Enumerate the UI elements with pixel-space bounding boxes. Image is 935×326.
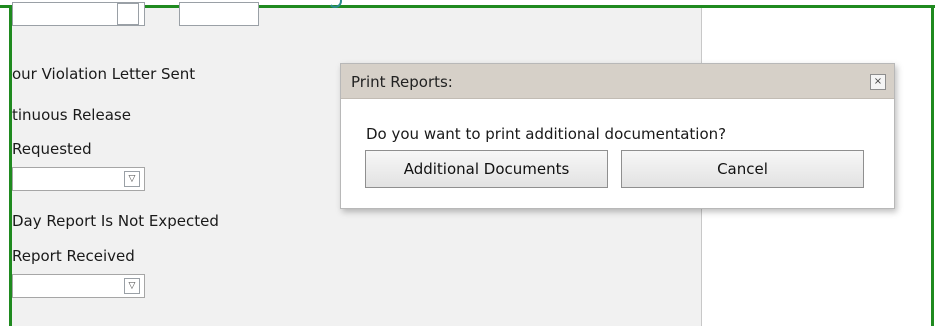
chevron-down-icon[interactable]: ▽ [124, 171, 140, 187]
close-icon[interactable]: × [870, 74, 886, 90]
report-received-label: Report Received [12, 247, 135, 265]
cancel-button[interactable]: Cancel [621, 150, 864, 188]
top-select-field[interactable] [12, 2, 145, 26]
additional-documents-button[interactable]: Additional Documents [365, 150, 608, 188]
dialog-title: Print Reports: [351, 73, 453, 91]
print-reports-dialog: Print Reports: × Do you want to print ad… [340, 63, 895, 209]
continuous-release-label: tinuous Release [12, 106, 131, 124]
chevron-down-icon[interactable]: ▽ [124, 278, 140, 294]
top-select-arrow-box[interactable] [117, 3, 139, 25]
day-report-label: Day Report Is Not Expected [12, 212, 219, 230]
top-text-field[interactable] [179, 2, 259, 26]
requested-label: Requested [12, 140, 92, 158]
requested-select[interactable]: ▽ [12, 167, 145, 191]
dialog-titlebar[interactable]: Print Reports: × [341, 64, 894, 99]
highlight-frame-right [931, 5, 934, 326]
report-received-select[interactable]: ▽ [12, 274, 145, 298]
dialog-message: Do you want to print additional document… [366, 125, 727, 143]
violation-letter-label: our Violation Letter Sent [12, 65, 196, 83]
